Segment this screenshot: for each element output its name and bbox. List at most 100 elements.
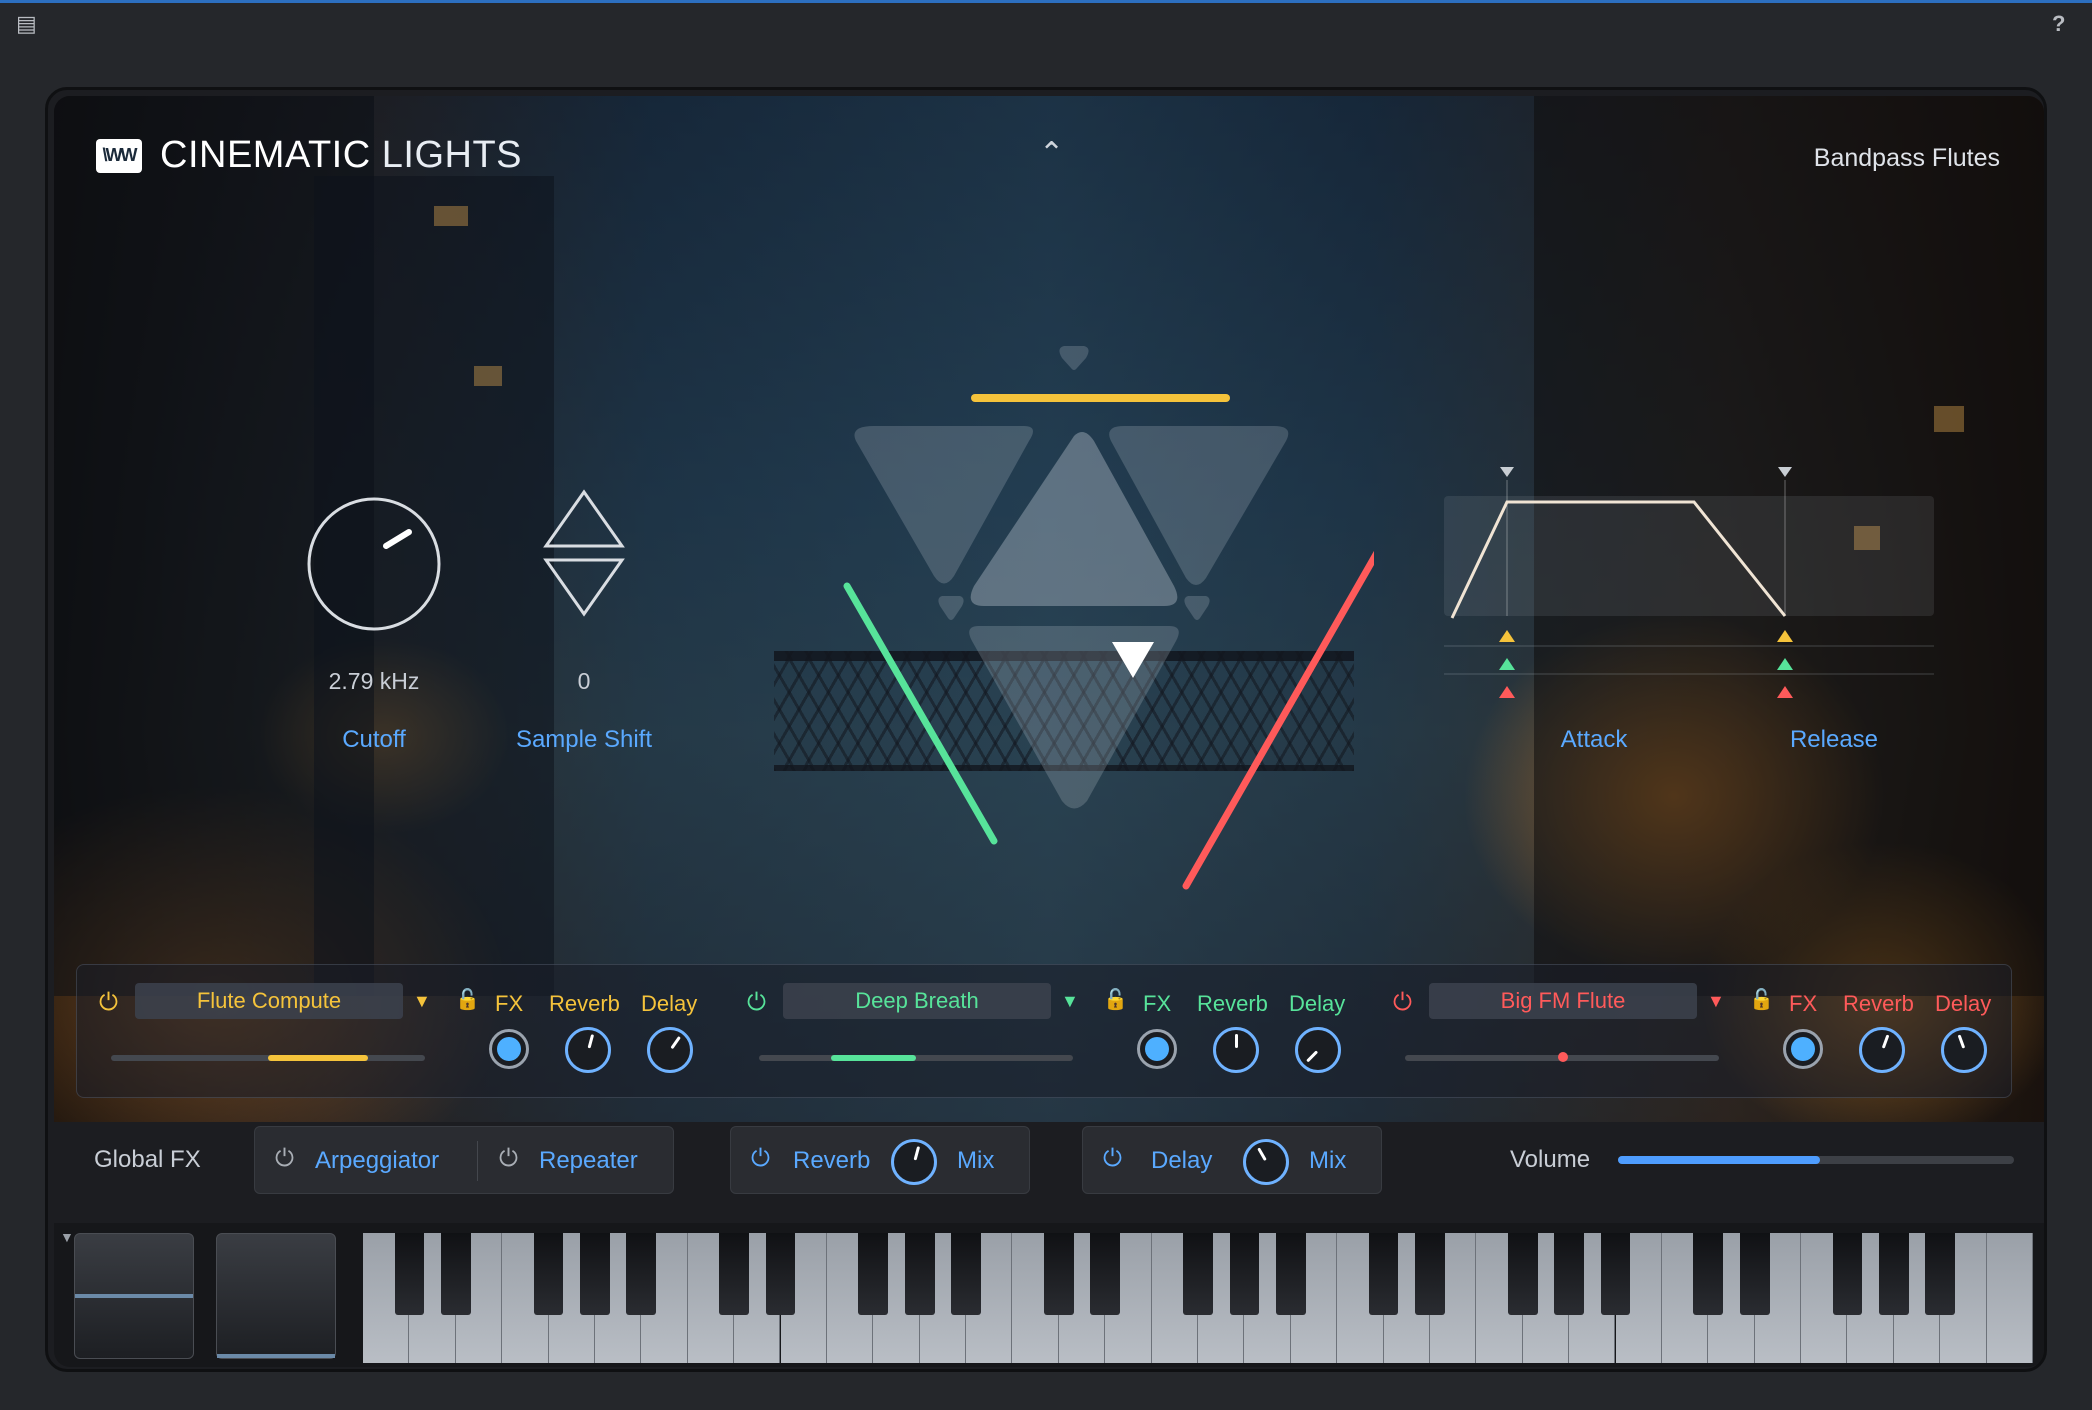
release-marker-layer2[interactable]: [1777, 658, 1793, 670]
layer2-mix-line: [843, 582, 998, 845]
black-key[interactable]: [1090, 1233, 1121, 1315]
global-delay-mix-knob[interactable]: [1243, 1139, 1289, 1185]
volume-label: Volume: [1510, 1146, 1591, 1173]
layer3-reverb-knob[interactable]: [1859, 1027, 1905, 1073]
repeater-button[interactable]: Repeater: [539, 1147, 638, 1175]
mod-wheel[interactable]: [216, 1233, 336, 1359]
sample-shift-label: Sample Shift: [515, 726, 653, 753]
attack-marker-layer1[interactable]: [1499, 630, 1515, 642]
black-key[interactable]: [1878, 1233, 1909, 1315]
brand-name: CINEMATIC LIGHTS: [160, 134, 522, 177]
mixer-shape-right-small: [1184, 596, 1210, 620]
black-key[interactable]: [394, 1233, 425, 1315]
layer2-power-icon[interactable]: ⏻: [747, 989, 766, 1017]
black-key[interactable]: [580, 1233, 610, 1315]
layer1-delay-knob[interactable]: [647, 1027, 693, 1073]
layer3-mix-line: [1182, 550, 1374, 890]
black-key[interactable]: [765, 1233, 796, 1315]
layer2-volume-slider[interactable]: [759, 1055, 1073, 1061]
release-marker-top[interactable]: [1778, 467, 1792, 477]
release-marker-layer3[interactable]: [1777, 686, 1793, 698]
release-marker-layer1[interactable]: [1777, 630, 1793, 642]
arpeggiator-power-icon[interactable]: ⏻: [275, 1145, 294, 1173]
global-delay-mix-label: Mix: [1309, 1147, 1347, 1174]
layer1-dropdown-icon[interactable]: ▼: [413, 991, 431, 1012]
black-key[interactable]: [1739, 1233, 1770, 1315]
black-key[interactable]: [904, 1233, 935, 1315]
volume-fill: [1618, 1156, 1820, 1164]
layer3-volume-handle[interactable]: [1558, 1052, 1568, 1062]
layer1-fx-toggle[interactable]: [489, 1029, 529, 1069]
layer-mixer[interactable]: [774, 296, 1374, 936]
layer3-power-icon[interactable]: ⏻: [1393, 989, 1412, 1017]
attack-marker-top[interactable]: [1500, 467, 1514, 477]
piano-keys[interactable]: [363, 1233, 2033, 1363]
global-delay-label: Delay: [1151, 1147, 1213, 1174]
black-key[interactable]: [1043, 1233, 1074, 1315]
background-scene: \WW CINEMATIC LIGHTS ⌃ Bandpass Flutes 2…: [54, 96, 2044, 1122]
black-key[interactable]: [1925, 1233, 1956, 1315]
black-key[interactable]: [533, 1233, 564, 1315]
black-key[interactable]: [1183, 1233, 1213, 1315]
black-key[interactable]: [858, 1233, 889, 1315]
layer3-lock-icon[interactable]: 🔓: [1749, 987, 1774, 1012]
black-key[interactable]: [1600, 1233, 1631, 1315]
black-key[interactable]: [440, 1233, 471, 1315]
global-reverb-mix-knob[interactable]: [891, 1139, 937, 1185]
layer1-power-icon[interactable]: ⏻: [99, 989, 118, 1017]
layer3-dropdown-icon[interactable]: ▼: [1707, 991, 1725, 1012]
white-key[interactable]: [1986, 1233, 2033, 1363]
black-key[interactable]: [1832, 1233, 1863, 1315]
layer1-lock-icon[interactable]: 🔓: [455, 987, 480, 1012]
keyboard-menu-icon[interactable]: ▼: [60, 1229, 74, 1245]
window-light: [434, 206, 468, 226]
layer2-fx-toggle[interactable]: [1137, 1029, 1177, 1069]
mod-wheel-level: [217, 1354, 335, 1358]
layer2-dropdown-icon[interactable]: ▼: [1061, 991, 1079, 1012]
layer1-preset-name[interactable]: Flute Compute: [135, 983, 403, 1019]
volume-slider[interactable]: [1618, 1156, 2014, 1164]
sample-shift-up-arrow[interactable]: [543, 489, 625, 548]
black-key[interactable]: [1693, 1233, 1724, 1315]
black-key[interactable]: [626, 1233, 657, 1315]
chevron-up-icon[interactable]: ⌃: [1039, 136, 1064, 171]
black-key[interactable]: [951, 1233, 981, 1315]
preset-name[interactable]: Bandpass Flutes: [1814, 144, 2000, 173]
black-key[interactable]: [719, 1233, 749, 1315]
layer2-reverb-knob[interactable]: [1213, 1027, 1259, 1073]
brand: \WW CINEMATIC LIGHTS: [96, 134, 522, 177]
layer2-lock-icon[interactable]: 🔓: [1103, 987, 1128, 1012]
black-key[interactable]: [1275, 1233, 1306, 1315]
layer1-delay-label: Delay: [641, 991, 698, 1016]
arpeggiator-button[interactable]: Arpeggiator: [315, 1147, 439, 1175]
black-key[interactable]: [1415, 1233, 1445, 1315]
layer1-reverb-knob[interactable]: [565, 1027, 611, 1073]
layer1-volume-slider[interactable]: [111, 1055, 425, 1061]
pitch-wheel[interactable]: [74, 1233, 194, 1359]
layer2-delay-knob[interactable]: [1295, 1027, 1341, 1073]
repeater-power-icon[interactable]: ⏻: [499, 1145, 518, 1173]
sample-shift-down-arrow[interactable]: [543, 558, 625, 617]
delay-power-icon[interactable]: ⏻: [1103, 1145, 1122, 1173]
attack-marker-layer2[interactable]: [1499, 658, 1515, 670]
help-icon[interactable]: ?: [2052, 11, 2065, 37]
knob-indicator: [913, 1146, 921, 1161]
cutoff-label: Cutoff: [342, 726, 406, 753]
cutoff-knob[interactable]: [304, 494, 444, 634]
knob-indicator: [587, 1034, 595, 1049]
black-key[interactable]: [1554, 1233, 1584, 1315]
layer2-preset-name[interactable]: Deep Breath: [783, 983, 1051, 1019]
black-key[interactable]: [1368, 1233, 1399, 1315]
sample-shift-stepper: [543, 489, 625, 617]
layer3-delay-knob[interactable]: [1941, 1027, 1987, 1073]
black-key[interactable]: [1507, 1233, 1538, 1315]
layer3-fx-toggle[interactable]: [1783, 1029, 1823, 1069]
document-icon[interactable]: ▤: [16, 11, 37, 37]
attack-marker-layer3[interactable]: [1499, 686, 1515, 698]
layer3-preset-name[interactable]: Big FM Flute: [1429, 983, 1697, 1019]
pitch-wheel-center: [75, 1294, 193, 1298]
black-key[interactable]: [1229, 1233, 1260, 1315]
layer3-volume-slider[interactable]: [1405, 1052, 1719, 1062]
reverb-power-icon[interactable]: ⏻: [751, 1145, 770, 1173]
envelope-editor[interactable]: [1444, 466, 1944, 706]
